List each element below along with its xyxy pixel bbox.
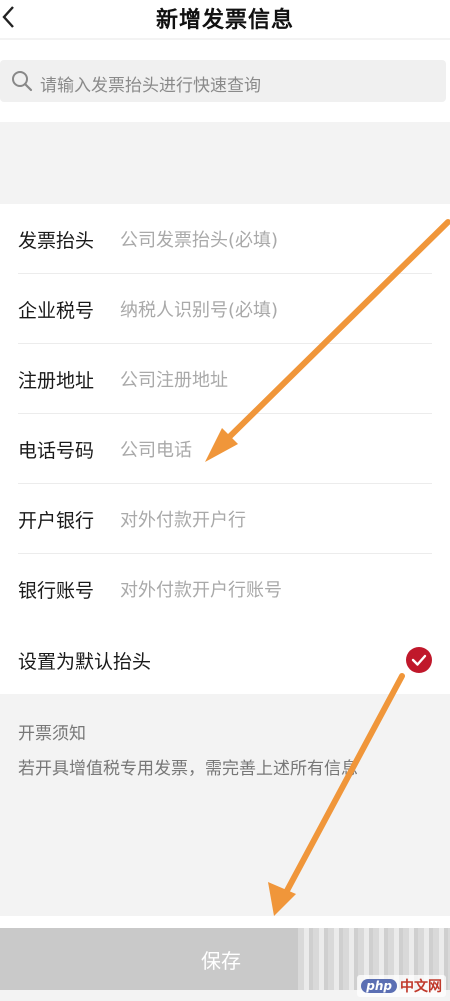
row-label: 企业税号 [18,300,95,322]
row-label: 开户银行 [18,510,95,532]
watermark-logo: php [361,979,397,993]
bottom-divider [0,916,450,928]
search-icon [12,71,33,92]
invoice-title-input[interactable]: 公司发票抬头(必填) [120,226,278,252]
phone-input[interactable]: 公司电话 [120,436,192,462]
save-button[interactable]: 保存 [0,928,298,990]
header-bar: 新增发票信息 [0,0,450,38]
row-label: 银行账号 [18,580,95,602]
row-label: 电话号码 [18,440,95,462]
row-label: 发票抬头 [18,230,95,252]
default-title-toggle-row[interactable]: 设置为默认抬头 [0,626,450,696]
invoice-form: 发票抬头 公司发票抬头(必填) 企业税号 纳税人识别号(必填) 注册地址 公司注… [0,204,450,694]
arrow-annotation-to-save [268,673,405,916]
notice-text: 若开具增值税专用发票，需完善上述所有信息 [18,759,358,779]
bank-account-input[interactable]: 对外付款开户行账号 [120,576,282,602]
search-placeholder: 请输入发票抬头进行快速查询 [40,76,261,96]
form-row-bank-account[interactable]: 银行账号 对外付款开户行账号 [0,554,450,624]
form-row-phone[interactable]: 电话号码 公司电话 [0,414,450,484]
checkmark-icon[interactable] [405,646,433,674]
page-title: 新增发票信息 [155,7,294,33]
search-input[interactable]: 请输入发票抬头进行快速查询 [0,60,446,102]
address-input[interactable]: 公司注册地址 [120,366,228,392]
search-area: 请输入发票抬头进行快速查询 [0,40,450,122]
watermark: php 中文网 [357,975,446,997]
tax-id-input[interactable]: 纳税人识别号(必填) [120,296,278,322]
watermark-text: 中文网 [400,979,442,995]
default-toggle-label: 设置为默认抬头 [18,651,152,673]
form-row-tax-id[interactable]: 企业税号 纳税人识别号(必填) [0,274,450,344]
bank-input[interactable]: 对外付款开户行 [120,506,246,532]
form-row-bank[interactable]: 开户银行 对外付款开户行 [0,484,450,554]
row-label: 注册地址 [18,370,95,392]
notice-title: 开票须知 [18,724,86,744]
form-row-invoice-title[interactable]: 发票抬头 公司发票抬头(必填) [0,204,450,274]
form-row-address[interactable]: 注册地址 公司注册地址 [0,344,450,414]
